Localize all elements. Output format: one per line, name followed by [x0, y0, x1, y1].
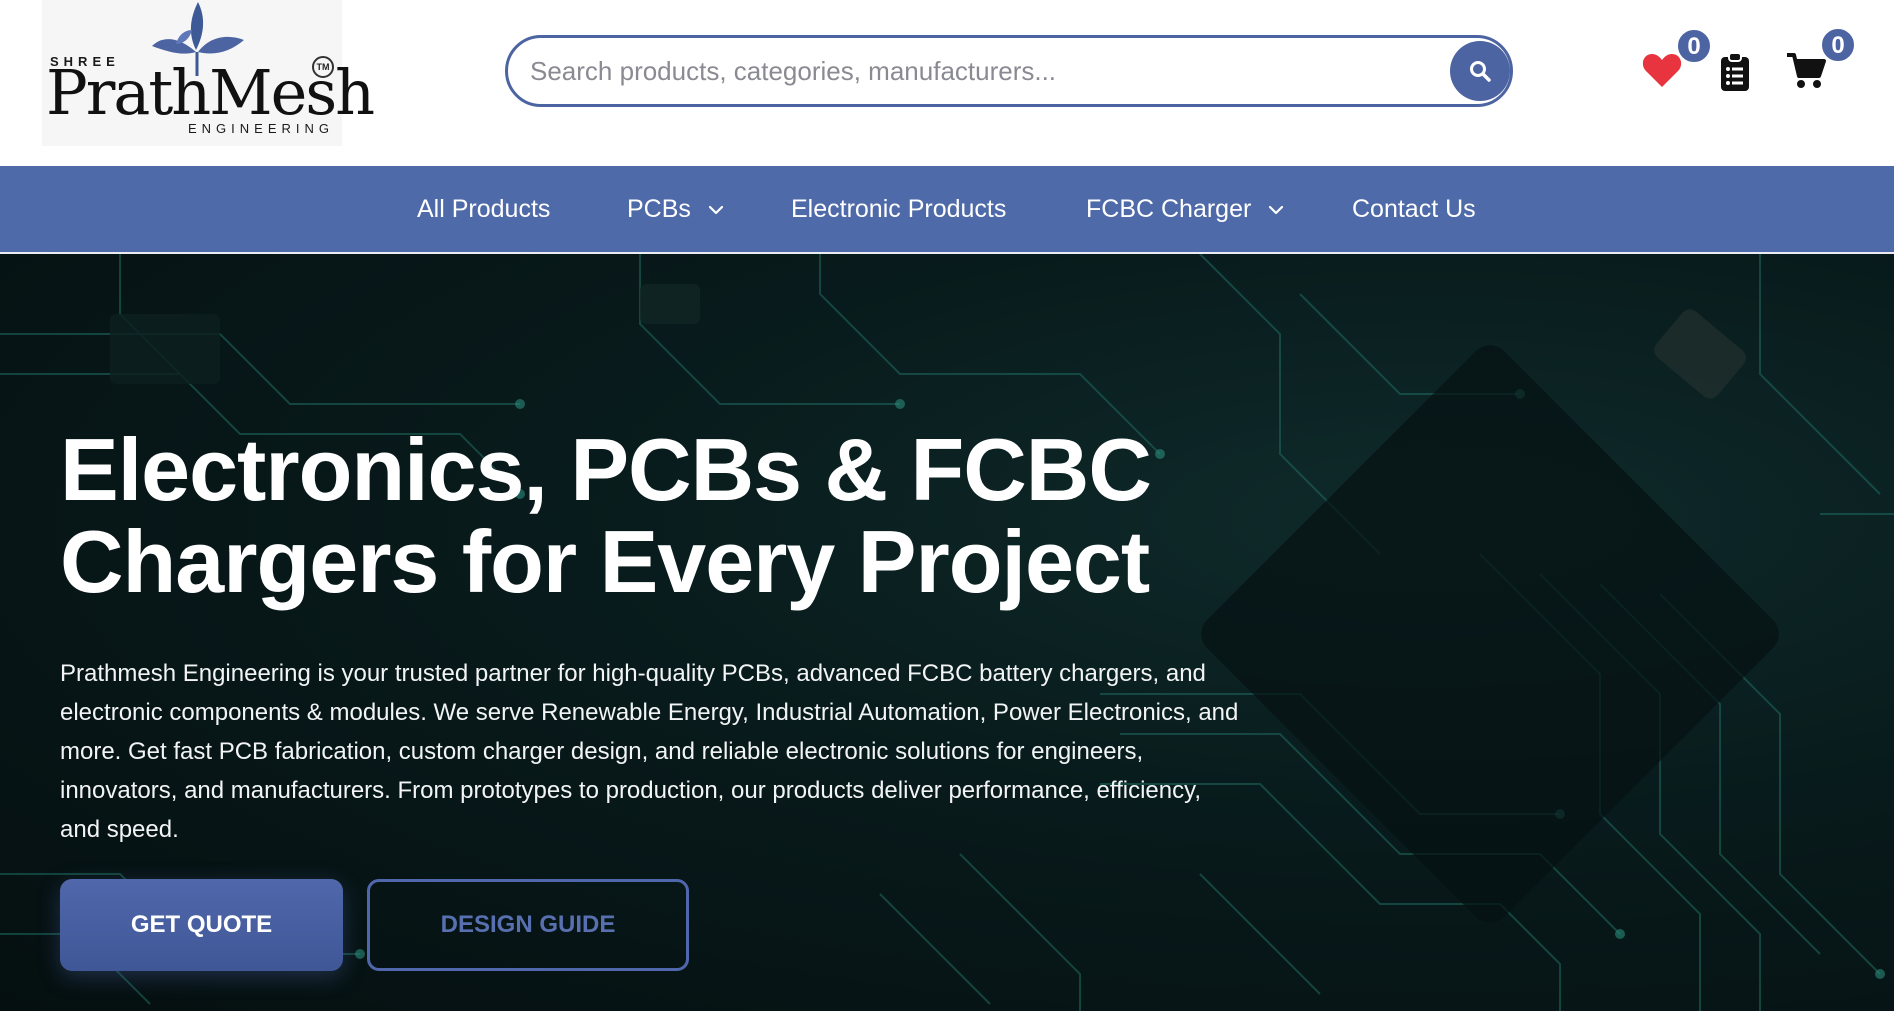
logo-engineering-text: ENGINEERING [188, 121, 335, 136]
nav-item-electronic-products[interactable]: Electronic Products [791, 166, 1006, 252]
hero-title: Electronics, PCBs & FCBC Chargers for Ev… [60, 424, 1300, 608]
search-button[interactable] [1450, 41, 1510, 101]
site-logo[interactable]: SHREE PrathMesh TM ENGINEERING [42, 0, 375, 146]
nav-item-label: FCBC Charger [1086, 195, 1252, 223]
search-bar [505, 35, 1513, 107]
chevron-down-icon [1269, 206, 1284, 215]
nav-item-all-products[interactable]: All Products [417, 166, 550, 252]
chevron-down-icon [708, 206, 723, 215]
hero-title-line-2: Chargers for Every Project [60, 512, 1150, 611]
get-quote-button[interactable]: GET QUOTE [60, 879, 343, 971]
nav-item-fcbc-charger[interactable]: FCBC Charger [1086, 166, 1284, 252]
hero-description: Prathmesh Engineering is your trusted pa… [60, 660, 1239, 843]
nav-item-label: Contact Us [1352, 195, 1476, 223]
search-input[interactable] [530, 38, 1450, 104]
nav-item-pcbs[interactable]: PCBs [627, 166, 724, 252]
clipboard-list-icon [1721, 52, 1749, 91]
cart-button[interactable] [1786, 52, 1826, 92]
hero-section: Electronics, PCBs & FCBC Chargers for Ev… [0, 254, 1894, 1011]
design-guide-button[interactable]: DESIGN GUIDE [367, 879, 689, 971]
wishlist-button[interactable] [1642, 52, 1682, 92]
hero-title-line-1: Electronics, PCBs & FCBC [60, 420, 1152, 519]
wishlist-count-badge: 0 [1676, 28, 1712, 64]
nav-item-label: Electronic Products [791, 195, 1007, 223]
shopping-cart-icon [1787, 53, 1826, 88]
cart-count-badge: 0 [1820, 27, 1856, 63]
search-icon [1470, 61, 1491, 82]
nav-item-label: PCBs [627, 195, 691, 223]
site-header: SHREE PrathMesh TM ENGINEERING 0 [0, 0, 1894, 166]
main-navigation: All Products PCBs Electronic Products FC… [0, 166, 1894, 252]
trademark-badge: TM [312, 56, 334, 78]
heart-icon [1642, 54, 1682, 87]
nav-item-label: All Products [417, 195, 551, 223]
nav-item-contact-us[interactable]: Contact Us [1352, 166, 1476, 252]
quote-list-button[interactable] [1720, 52, 1750, 92]
